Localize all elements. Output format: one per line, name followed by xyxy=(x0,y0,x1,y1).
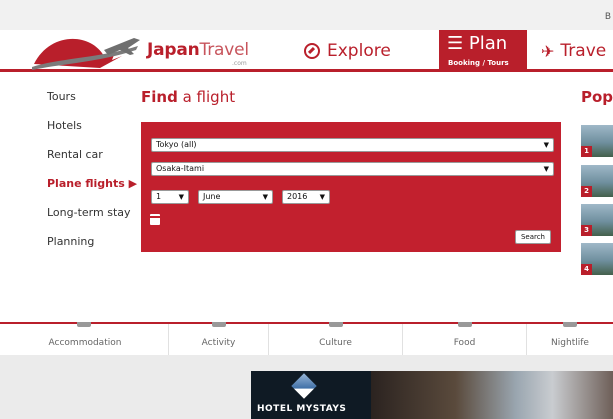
brand-light: Travel xyxy=(199,40,250,60)
popular-rank: 2 xyxy=(581,186,592,197)
nav-explore-label: Explore xyxy=(327,41,391,61)
popular-item[interactable]: 4 xyxy=(581,243,613,275)
popular-item[interactable]: 3 xyxy=(581,204,613,236)
arrival-select[interactable]: Osaka-Itami ▼ xyxy=(151,162,554,176)
popular-item[interactable]: 2 xyxy=(581,165,613,197)
chevron-down-icon: ▼ xyxy=(262,193,268,201)
nav-plan-text: Plan xyxy=(468,33,508,54)
nav-plan-label: ☰ Plan xyxy=(447,33,507,54)
sidebar-item-tours[interactable]: Tours xyxy=(47,90,137,119)
activity-icon xyxy=(211,322,226,327)
list-icon: ☰ xyxy=(447,33,469,54)
category-label: Food xyxy=(453,338,476,348)
nav-plan-sub: Booking / Tours xyxy=(448,59,509,67)
find-flight-title-rest: a flight xyxy=(182,88,236,106)
category-label: Accommodation xyxy=(48,338,122,348)
nav-explore[interactable]: Explore xyxy=(304,36,391,66)
month-value: June xyxy=(203,192,221,201)
popular-item[interactable]: 1 xyxy=(581,125,613,157)
brand-name[interactable]: JapanTravel xyxy=(147,40,249,60)
category-accommodation[interactable]: Accommodation xyxy=(0,322,168,355)
chevron-down-icon: ▼ xyxy=(319,193,325,201)
food-icon xyxy=(457,322,472,327)
hotel-ad-banner[interactable]: HOTEL MYSTAYS xyxy=(251,371,613,419)
sidebar-item-hotels[interactable]: Hotels xyxy=(47,119,137,148)
month-select[interactable]: June ▼ xyxy=(198,190,273,204)
arrival-value: Osaka-Itami xyxy=(156,164,205,173)
departure-select[interactable]: Tokyo (all) ▼ xyxy=(151,138,554,152)
category-nightlife[interactable]: Nightlife xyxy=(526,322,613,355)
sidebar-menu: Tours Hotels Rental car Plane flights ▶ … xyxy=(47,90,137,264)
plane-icon: ✈ xyxy=(541,41,555,61)
brand-sub: .com xyxy=(232,60,247,67)
category-bar: Accommodation Activity Culture Food Nigh… xyxy=(0,322,613,355)
compass-icon xyxy=(304,43,320,59)
search-button[interactable]: Search xyxy=(514,230,551,244)
hotel-photo xyxy=(371,371,613,419)
flight-search-panel: Tokyo (all) ▼ Osaka-Itami ▼ 1 ▼ June ▼ 2… xyxy=(141,122,561,252)
day-value: 1 xyxy=(156,192,162,201)
category-activity[interactable]: Activity xyxy=(168,322,268,355)
site-header: JapanTravel .com Explore ☰ Plan Booking … xyxy=(0,30,613,72)
logo-icon[interactable] xyxy=(30,30,140,72)
hotel-icon xyxy=(77,322,91,327)
hotel-logo-icon xyxy=(291,373,317,399)
popular-rank: 4 xyxy=(581,264,592,275)
popular-rank: 1 xyxy=(581,146,592,157)
culture-icon xyxy=(328,322,343,327)
sidebar-item-plane-flights[interactable]: Plane flights ▶ xyxy=(47,177,137,206)
page: B JapanTravel .com Explore ☰ Plan Bookin… xyxy=(0,0,613,419)
popular-rank: 3 xyxy=(581,225,592,236)
nav-plan[interactable]: ☰ Plan Booking / Tours xyxy=(439,30,527,72)
category-label: Nightlife xyxy=(551,338,589,348)
category-food[interactable]: Food xyxy=(402,322,526,355)
lower-area: HOTEL MYSTAYS xyxy=(0,355,613,419)
find-flight-title-bold: Find xyxy=(141,88,178,106)
day-select[interactable]: 1 ▼ xyxy=(151,190,189,204)
category-label: Culture xyxy=(319,338,352,348)
top-corner-text[interactable]: B xyxy=(605,12,611,22)
year-value: 2016 xyxy=(287,192,308,201)
sidebar-item-long-term-stay[interactable]: Long-term stay xyxy=(47,206,137,235)
top-strip: B xyxy=(0,0,613,30)
popular-title: Pop xyxy=(581,88,613,106)
category-label: Activity xyxy=(201,338,236,348)
departure-value: Tokyo (all) xyxy=(156,140,197,149)
category-culture[interactable]: Culture xyxy=(268,322,402,355)
nav-travel-label: Trave xyxy=(560,41,607,61)
nightlife-icon xyxy=(563,322,577,327)
brand-bold: Japan xyxy=(147,40,200,60)
calendar-icon[interactable] xyxy=(150,214,160,225)
hotel-ad-text: HOTEL MYSTAYS xyxy=(257,404,347,414)
sidebar-item-planning[interactable]: Planning xyxy=(47,235,137,264)
chevron-down-icon: ▼ xyxy=(543,165,549,173)
nav-travel[interactable]: ✈ Trave xyxy=(541,36,606,66)
chevron-down-icon: ▼ xyxy=(543,141,549,149)
sidebar-item-rental-car[interactable]: Rental car xyxy=(47,148,137,177)
year-select[interactable]: 2016 ▼ xyxy=(282,190,330,204)
chevron-down-icon: ▼ xyxy=(178,193,184,201)
find-flight-title: Find a flight xyxy=(141,88,235,106)
